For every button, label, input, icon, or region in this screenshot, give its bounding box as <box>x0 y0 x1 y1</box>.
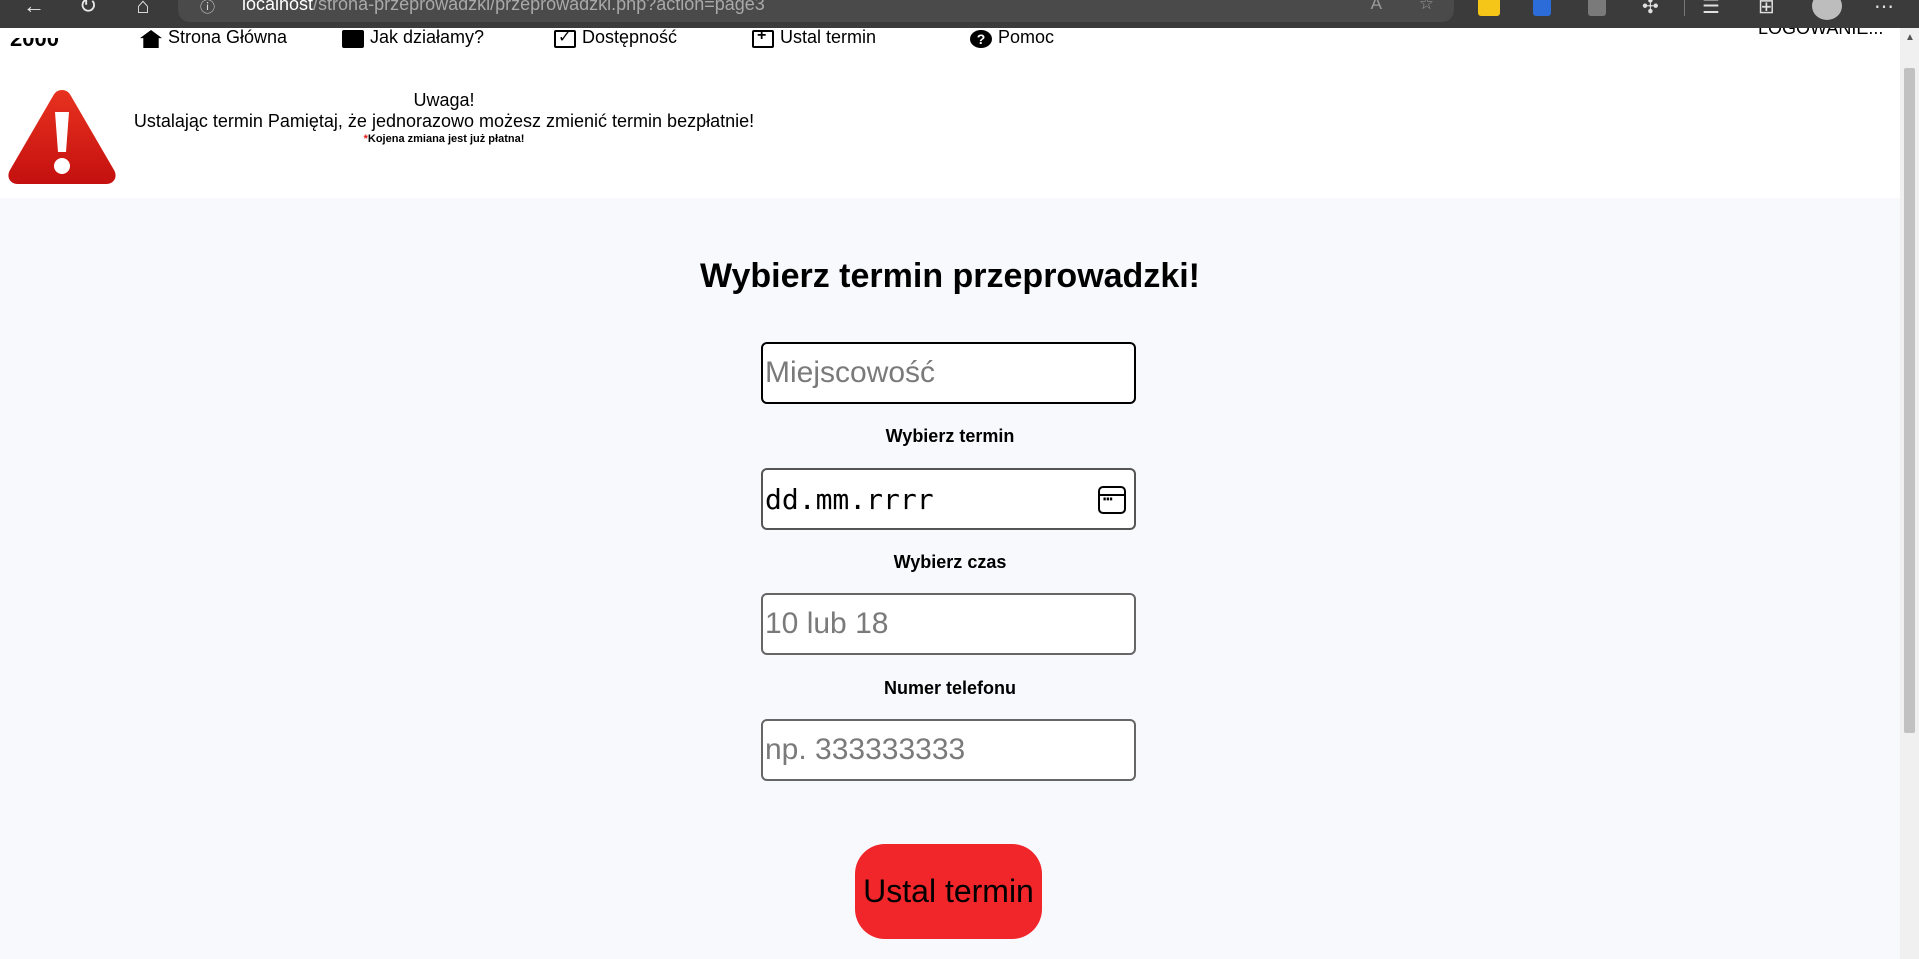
nav-item-home[interactable]: Strona Główna <box>140 27 288 48</box>
warning-message: Ustalając termin Pamiętaj, że jednorazow… <box>133 111 755 131</box>
warning-icon <box>8 90 116 184</box>
date-input[interactable]: dd.mm.rrrr <box>761 468 1136 530</box>
city-placeholder: Miejscowość <box>765 356 936 389</box>
site-navbar: 2000 Strona Główna Jak działamy? Dostępn… <box>0 27 1900 48</box>
set-date-button[interactable]: Ustal termin <box>855 844 1042 939</box>
page-title: Wybierz termin przeprowadzki! <box>699 257 1201 295</box>
time-label: Wybierz czas <box>893 552 1007 572</box>
puzzle-icon[interactable]: ✣ <box>1642 0 1659 19</box>
site-logo[interactable]: 2000 <box>10 38 59 48</box>
collections-icon[interactable]: ⊞ <box>1758 0 1775 19</box>
city-input[interactable]: Miejscowość <box>761 342 1136 404</box>
profile-icon[interactable] <box>1812 0 1842 20</box>
date-placeholder: dd.mm.rrrr <box>765 482 934 516</box>
address-bar[interactable]: ⓘ localhost/strona-przeprowadzki/przepro… <box>178 0 1454 22</box>
calendar-icon[interactable] <box>1098 486 1126 514</box>
time-placeholder: 10 lub 18 <box>765 607 889 640</box>
nav-item-help[interactable]: ? Pomoc <box>970 27 1055 48</box>
login-link[interactable]: LOGOWANIE... <box>1758 28 1883 48</box>
translate-icon[interactable] <box>1533 0 1551 16</box>
browser-toolbar: ← ↻ ⌂ ⓘ localhost/strona-przeprowadzki/p… <box>0 0 1919 28</box>
nav-item-label: Dostępność <box>582 27 678 47</box>
extension-icon[interactable] <box>1478 0 1500 16</box>
read-aloud-icon[interactable]: A <box>1371 0 1382 14</box>
note-text: Kojena zmiana jest już płatna! <box>367 133 525 145</box>
nav-item-label: Pomoc <box>998 27 1055 47</box>
scrollbar[interactable]: ▲ <box>1900 28 1919 959</box>
briefcase-icon <box>342 30 364 48</box>
checkbox-icon <box>554 27 576 48</box>
back-icon[interactable]: ← <box>14 0 54 22</box>
time-input[interactable]: 10 lub 18 <box>761 593 1136 655</box>
phone-placeholder: np. 333333333 <box>765 733 966 766</box>
info-icon[interactable]: ⓘ <box>200 0 215 17</box>
home-icon[interactable]: ⌂ <box>123 0 163 22</box>
warning-banner: Uwaga! Ustalając termin Pamiętaj, że jed… <box>0 48 1900 198</box>
scroll-up-icon[interactable]: ▲ <box>1905 32 1915 43</box>
warning-text: Uwaga! Ustalając termin Pamiętaj, że jed… <box>114 90 774 146</box>
more-icon[interactable]: ⋯ <box>1874 0 1894 19</box>
nav-item-label: Jak działamy? <box>370 27 485 47</box>
toolbar-divider <box>1684 0 1685 16</box>
nav-item-label: Ustal termin <box>780 27 877 47</box>
home-icon <box>140 30 162 48</box>
phone-label: Numer telefonu <box>883 678 1016 698</box>
warning-note: *Kojena zmiana jest już płatna! <box>114 132 774 146</box>
reload-icon[interactable]: ↻ <box>68 0 108 22</box>
date-label: Wybierz termin <box>885 426 1015 446</box>
add-favorite-icon[interactable]: ☆ <box>1419 0 1434 14</box>
help-icon: ? <box>970 30 992 48</box>
favorites-icon[interactable]: ☰ <box>1702 0 1720 19</box>
plus-square-icon <box>752 27 774 48</box>
url-text: localhost/strona-przeprowadzki/przeprowa… <box>242 0 765 14</box>
extension-icon[interactable] <box>1588 0 1606 16</box>
nav-item-set-date[interactable]: Ustal termin <box>752 27 877 48</box>
warning-heading: Uwaga! <box>413 90 475 110</box>
scrollbar-thumb[interactable] <box>1904 68 1915 733</box>
nav-item-how-it-works[interactable]: Jak działamy? <box>342 27 485 48</box>
nav-item-label: Strona Główna <box>168 27 288 47</box>
phone-input[interactable]: np. 333333333 <box>761 719 1136 781</box>
nav-item-availability[interactable]: Dostępność <box>554 27 678 48</box>
